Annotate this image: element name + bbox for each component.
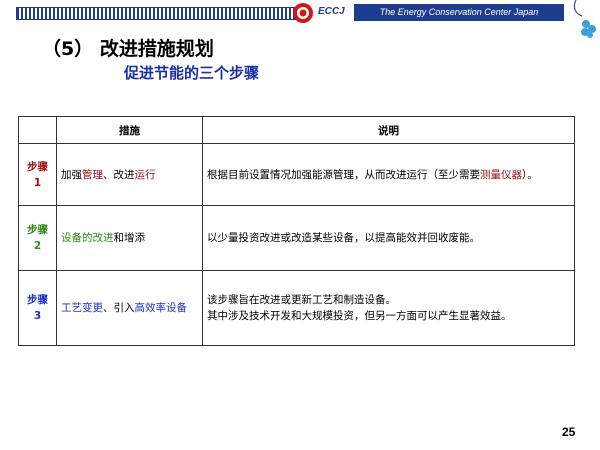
measures-table: 措施 说明 步骤 1 加强管理、改进运行 根据目前设置情况加强能源管理，从而改进… <box>18 116 575 346</box>
description-text: 其中涉及技术开发和大规模投资，但另一方面可以产生显著效益。 <box>207 310 512 322</box>
measure-highlight: 管理 <box>82 168 103 181</box>
measure-text: 加强 <box>61 168 82 181</box>
step-cell: 步骤 1 <box>18 143 57 206</box>
description-text: ）。 <box>522 168 538 181</box>
measure-highlight: 运行 <box>134 168 156 181</box>
measure-highlight: 工艺变更 <box>61 302 103 314</box>
measure-highlight: 设备的改进 <box>61 232 114 244</box>
description-text: 根据目前设置情况加强能源管理，从而改进运行（至少需要 <box>207 168 480 181</box>
step-number: 2 <box>33 240 42 252</box>
description-highlight: 测量仪器 <box>480 168 522 181</box>
table-header-blank <box>18 116 57 144</box>
description-text: 以少量投资改进或改造某些设备，以提高能效并回收废能。 <box>207 232 480 244</box>
eccj-logo-icon <box>293 3 313 23</box>
step-label: 步骤 <box>27 294 48 306</box>
table-row: 步骤 2 设备的改进和增添 以少量投资改进或改造某些设备，以提高能效并回收废能。 <box>18 205 575 271</box>
page-title: （5） 改进措施规划 <box>42 38 214 60</box>
table-header-row: 措施 说明 <box>18 116 575 144</box>
measure-highlight: 高效率设备 <box>134 302 188 314</box>
header-stripe-bar <box>16 7 304 20</box>
step-label: 步骤 <box>27 224 48 236</box>
measure-text: 、引入 <box>103 302 135 314</box>
step-number: 1 <box>33 176 42 189</box>
page-subtitle: 促进节能的三个步骤 <box>124 64 260 82</box>
organization-name: The Energy Conservation Center Japan <box>354 4 564 21</box>
page-number: 25 <box>562 425 576 439</box>
description-cell: 以少量投资改进或改造某些设备，以提高能效并回收废能。 <box>202 205 575 271</box>
table-row: 步骤 3 工艺变更、引入高效率设备 该步骤旨在改进或更新工艺和制造设备。 其中涉… <box>18 270 575 346</box>
step-number: 3 <box>33 310 42 322</box>
table-header-description: 说明 <box>202 116 575 144</box>
table-header-measure: 措施 <box>56 116 203 144</box>
table-row: 步骤 1 加强管理、改进运行 根据目前设置情况加强能源管理，从而改进运行（至少需… <box>18 143 575 206</box>
measure-cell: 工艺变更、引入高效率设备 <box>56 270 203 346</box>
step-cell: 步骤 3 <box>18 270 57 346</box>
description-text: 该步骤旨在改进或更新工艺和制造设备。 <box>207 294 396 306</box>
step-cell: 步骤 2 <box>18 205 57 271</box>
description-cell: 该步骤旨在改进或更新工艺和制造设备。 其中涉及技术开发和大规模投资，但另一方面可… <box>202 270 575 346</box>
brand-text: ECCJ <box>318 6 345 17</box>
measure-cell: 加强管理、改进运行 <box>56 143 203 206</box>
measure-cell: 设备的改进和增添 <box>56 205 203 271</box>
description-cell: 根据目前设置情况加强能源管理，从而改进运行（至少需要测量仪器）。 <box>202 143 575 206</box>
measure-text: 、改进 <box>103 168 135 181</box>
clover-decoration-icon <box>573 0 596 38</box>
measure-text: 和增添 <box>113 232 146 244</box>
step-label: 步骤 <box>27 160 48 173</box>
